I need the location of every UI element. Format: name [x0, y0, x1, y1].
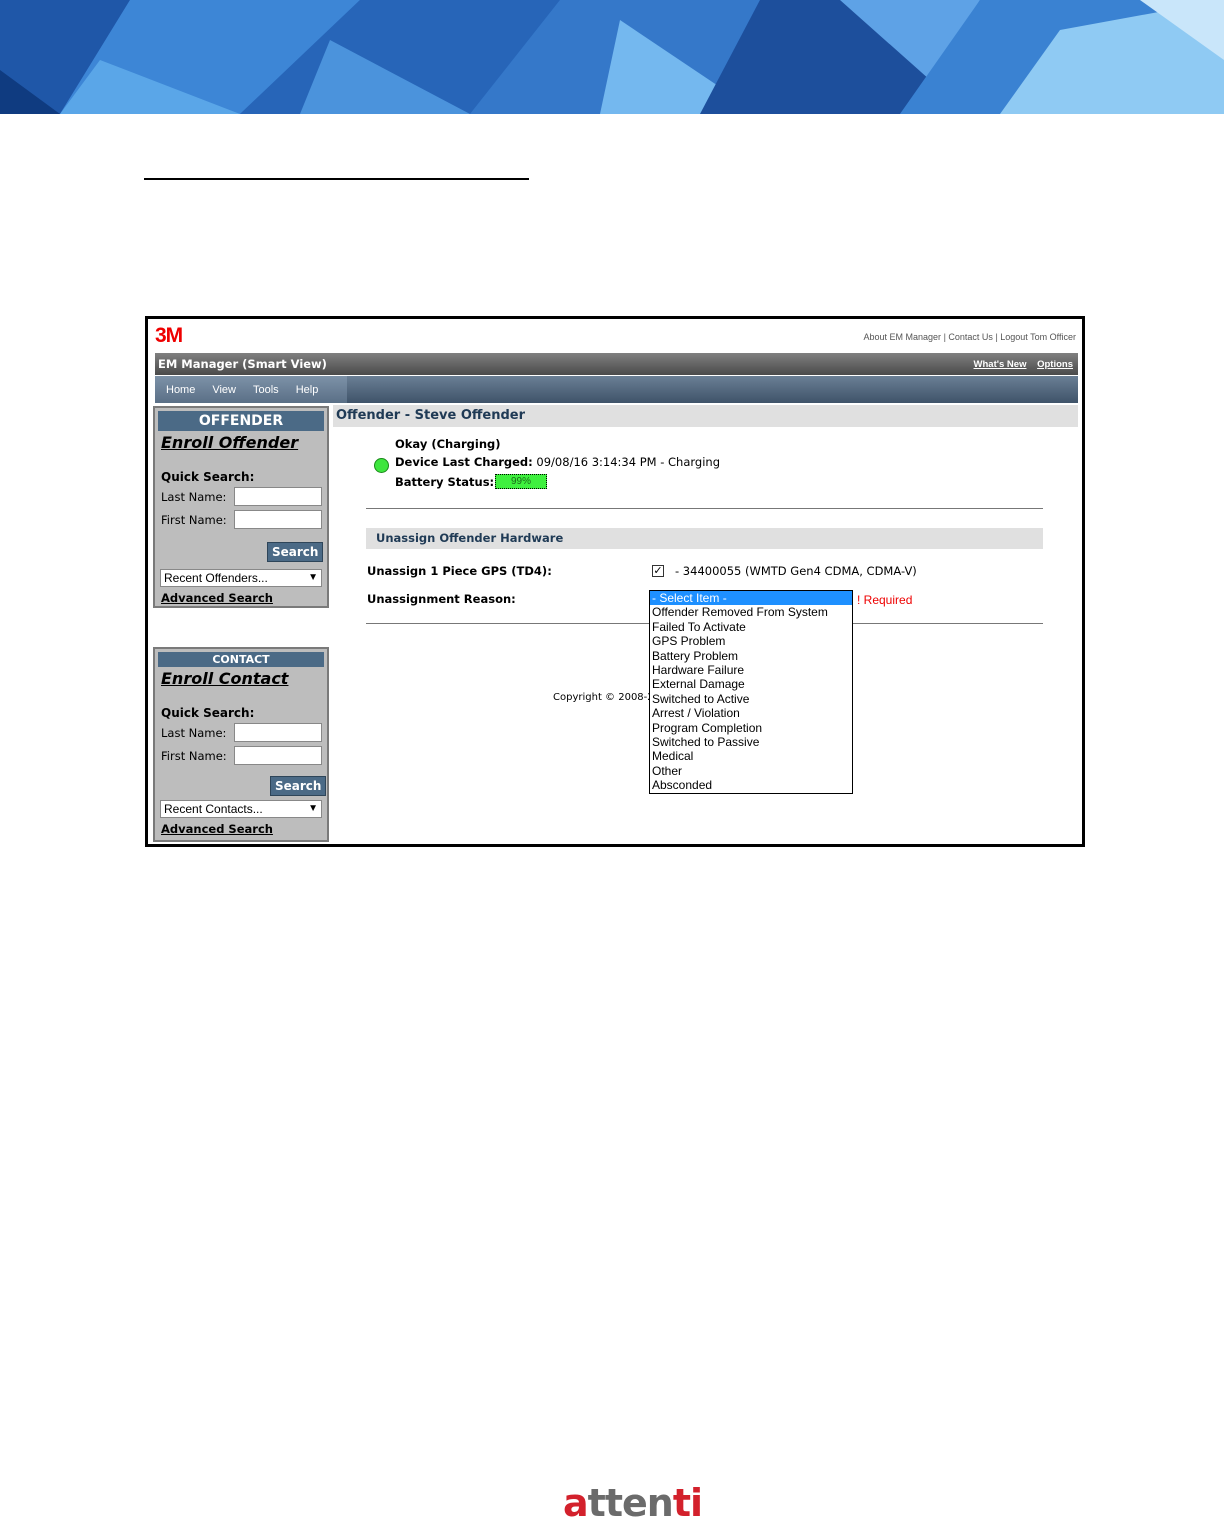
logo-part: a	[563, 1481, 589, 1525]
brand-logo: 3M	[155, 324, 183, 347]
about-link[interactable]: About EM Manager	[864, 332, 942, 342]
section-title: Unassign Offender Hardware	[366, 528, 1043, 549]
attenti-logo: attenti	[563, 1478, 703, 1528]
chevron-down-icon: ▼	[308, 572, 318, 583]
quick-search-label: Quick Search:	[161, 470, 255, 484]
unassign-checkbox[interactable]: ✓	[652, 565, 664, 577]
app-screenshot: 3M About EM Manager | Contact Us | Logou…	[145, 316, 1085, 847]
menu-home[interactable]: Home	[166, 384, 195, 396]
reason-option[interactable]: Battery Problem	[650, 649, 852, 663]
last-charged: Device Last Charged: 09/08/16 3:14:34 PM…	[395, 455, 720, 469]
reason-label: Unassignment Reason:	[367, 592, 516, 606]
first-name-row: First Name:	[155, 743, 327, 766]
recent-offenders-select[interactable]: Recent Offenders... ▼	[160, 569, 322, 587]
menu-view[interactable]: View	[212, 384, 236, 396]
reason-dropdown-list[interactable]: - Select Item - Offender Removed From Sy…	[649, 590, 853, 794]
contact-us-link[interactable]: Contact Us	[948, 332, 993, 342]
reason-option[interactable]: Arrest / Violation	[650, 706, 852, 720]
last-name-label: Last Name:	[161, 726, 227, 740]
first-name-label: First Name:	[161, 513, 227, 527]
reason-option[interactable]: Program Completion	[650, 721, 852, 735]
contact-search-button[interactable]: Search	[270, 776, 327, 796]
reason-option[interactable]: Hardware Failure	[650, 663, 852, 677]
first-name-input[interactable]	[234, 746, 322, 765]
reason-option[interactable]: GPS Problem	[650, 634, 852, 648]
top-links: About EM Manager | Contact Us | Logout T…	[863, 332, 1076, 342]
contact-panel-header: CONTACT	[158, 652, 324, 667]
last-name-label: Last Name:	[161, 490, 227, 504]
enroll-offender-link[interactable]: Enroll Offender	[161, 433, 327, 452]
chevron-down-icon: ▼	[308, 803, 318, 814]
reason-option[interactable]: Switched to Passive	[650, 735, 852, 749]
reason-option[interactable]: - Select Item -	[650, 591, 852, 606]
offender-panel-header: OFFENDER	[158, 411, 324, 431]
device-id: - 34400055 (WMTD Gen4 CDMA, CDMA-V)	[675, 564, 917, 578]
last-charged-label: Device Last Charged:	[395, 455, 533, 469]
offender-advanced-search-link[interactable]: Advanced Search	[161, 591, 273, 605]
contact-panel: CONTACT Enroll Contact Quick Search: Las…	[153, 647, 329, 842]
quick-search-label: Quick Search:	[161, 706, 255, 720]
last-name-input[interactable]	[234, 487, 322, 506]
recent-contacts-select[interactable]: Recent Contacts... ▼	[160, 800, 322, 818]
last-name-row: Last Name:	[155, 720, 327, 743]
copyright: Copyright © 2008-2	[553, 692, 654, 703]
reason-option[interactable]: Absconded	[650, 778, 852, 792]
title-bar: EM Manager (Smart View) What's New Optio…	[155, 353, 1078, 375]
reason-option[interactable]: Offender Removed From System	[650, 605, 852, 619]
enroll-contact-link[interactable]: Enroll Contact	[161, 669, 327, 688]
reason-option[interactable]: Switched to Active	[650, 692, 852, 706]
reason-option[interactable]: Failed To Activate	[650, 620, 852, 634]
reason-option[interactable]: External Damage	[650, 677, 852, 691]
offender-search-button[interactable]: Search	[267, 542, 324, 562]
battery-label: Battery Status:	[395, 475, 495, 489]
divider	[366, 508, 1043, 509]
first-name-input[interactable]	[234, 510, 322, 529]
recent-contacts-value: Recent Contacts...	[164, 802, 263, 816]
last-charged-value: 09/08/16 3:14:34 PM - Charging	[536, 455, 721, 469]
reason-option[interactable]: Medical	[650, 749, 852, 763]
recent-offenders-value: Recent Offenders...	[164, 571, 268, 585]
heading-underline	[144, 178, 529, 180]
logo-part: ti	[672, 1481, 703, 1525]
offender-panel: OFFENDER Enroll Offender Quick Search: L…	[153, 406, 329, 608]
required-indicator: ! Required	[857, 593, 913, 607]
logo-part: tten	[587, 1481, 674, 1525]
first-name-row: First Name:	[155, 507, 327, 530]
device-status: Okay (Charging)	[395, 437, 501, 451]
page-title: Offender - Steve Offender	[333, 405, 1078, 427]
menu-help[interactable]: Help	[296, 384, 319, 396]
last-name-row: Last Name:	[155, 484, 327, 507]
battery-status-badge: 99%	[495, 474, 547, 489]
unassign-label: Unassign 1 Piece GPS (TD4):	[367, 564, 552, 578]
reason-option[interactable]: Other	[650, 764, 852, 778]
options-link[interactable]: Options	[1037, 359, 1073, 370]
app-title: EM Manager (Smart View)	[158, 357, 327, 371]
contact-advanced-search-link[interactable]: Advanced Search	[161, 822, 273, 836]
status-indicator-icon	[374, 458, 389, 473]
menu-bar: Home View Tools Help	[155, 376, 1078, 403]
last-name-input[interactable]	[234, 723, 322, 742]
whats-new-link[interactable]: What's New	[974, 359, 1027, 370]
logout-link[interactable]: Logout Tom Officer	[1000, 332, 1076, 342]
menu-tools[interactable]: Tools	[253, 384, 279, 396]
header-banner	[0, 0, 1224, 114]
first-name-label: First Name:	[161, 749, 227, 763]
